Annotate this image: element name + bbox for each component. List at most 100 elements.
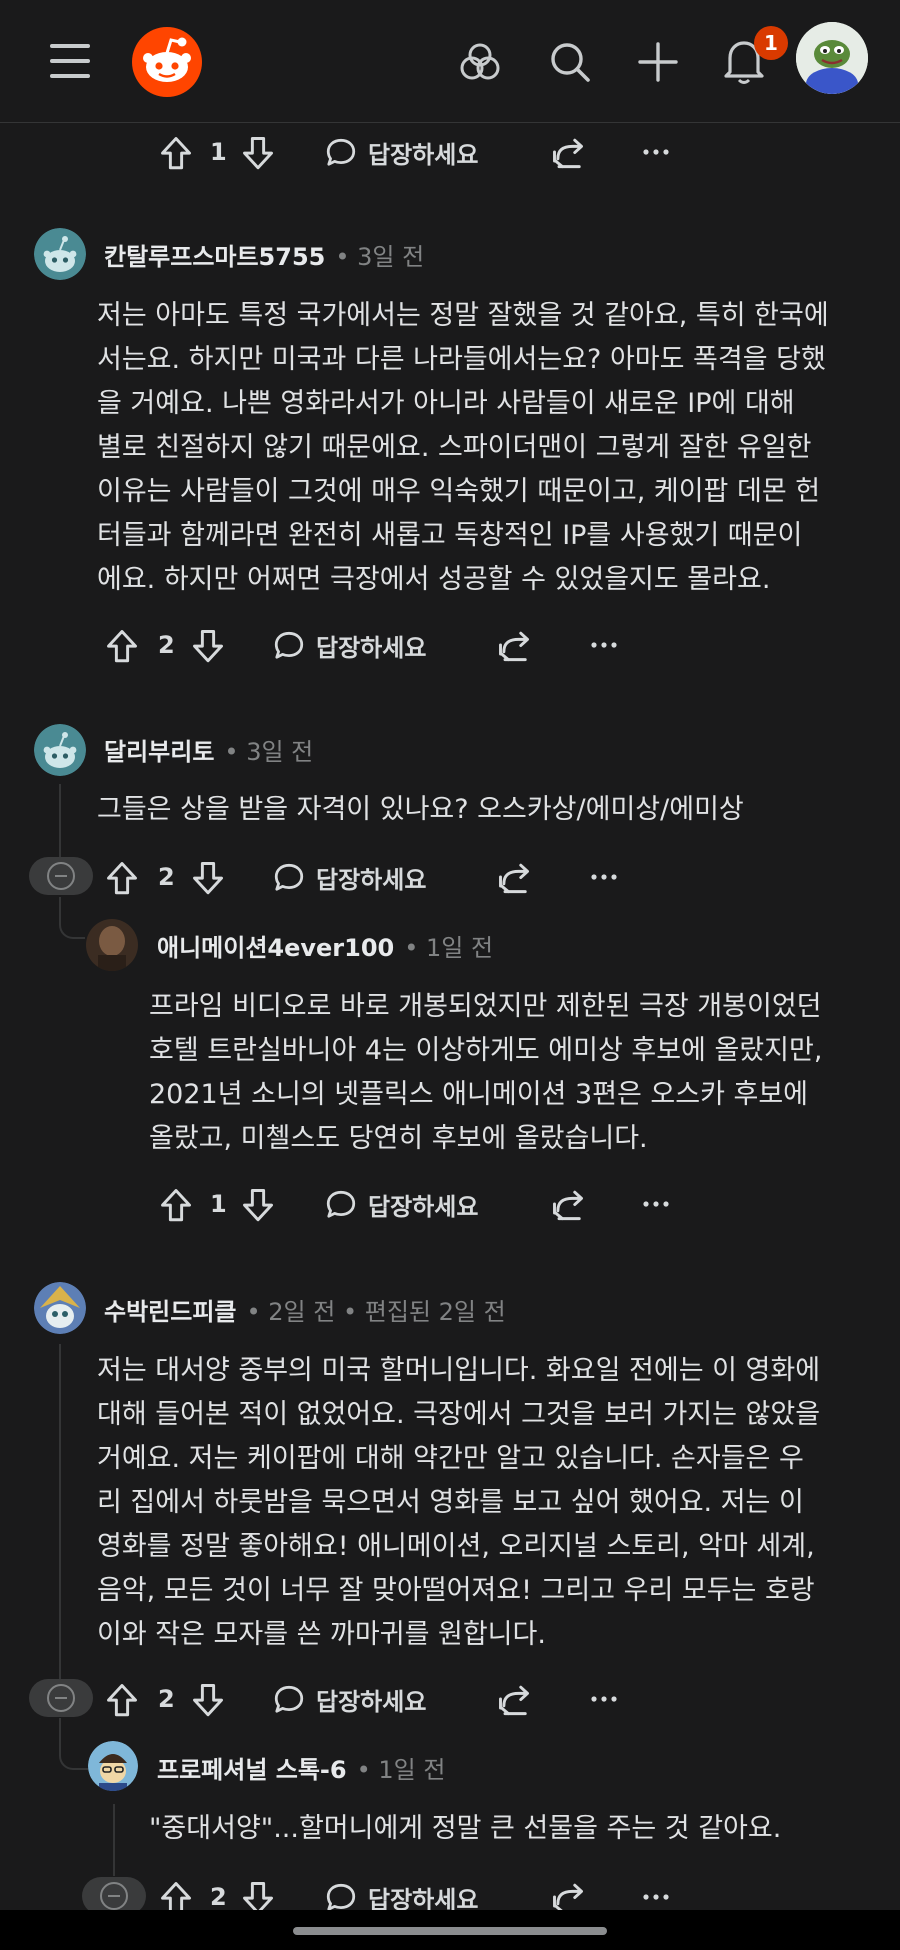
author-name[interactable]: 프로페셔널 스톡-6 [157, 1750, 347, 1785]
communities-icon[interactable] [458, 40, 502, 84]
thread-connector [59, 897, 85, 939]
share-icon[interactable] [550, 132, 586, 172]
collapse-icon [100, 1882, 128, 1910]
thread-connector [59, 1718, 91, 1770]
downvote-icon[interactable] [240, 1184, 276, 1224]
comment-meta: • 2일 전 • 편집된 2일 전 [246, 1297, 506, 1326]
avatar[interactable] [34, 724, 86, 776]
home-indicator[interactable] [293, 1927, 607, 1935]
avatar[interactable] [34, 1282, 86, 1334]
downvote-icon[interactable] [190, 857, 226, 897]
reply-label: 답장하세요 [316, 1687, 427, 1716]
comment-line: 저는 아마도 특정 국가에서는 정말 잘했을 것 같아요, 특히 한국에 [97, 300, 829, 331]
comment-header: 애니메이션4ever100 • 1일 전 [157, 927, 493, 963]
reply-button[interactable]: 답장하세요 [324, 1184, 478, 1224]
reply-button[interactable]: 답장하세요 [324, 132, 478, 172]
reply-label: 답장하세요 [316, 633, 427, 662]
reply-button[interactable]: 답장하세요 [272, 1679, 426, 1719]
collapse-thread-button[interactable] [29, 857, 93, 895]
reply-label: 답장하세요 [316, 865, 427, 894]
comment-header: 수박린드피클 • 2일 전 • 편집된 2일 전 [104, 1291, 506, 1327]
plus-icon[interactable] [636, 40, 680, 84]
comment-line: 호텔 트란실바니아 4는 이상하게도 에미상 후보에 올랐지만, [149, 1035, 823, 1066]
author-name[interactable]: 달리부리토 [104, 732, 214, 767]
avatar[interactable] [88, 1741, 138, 1791]
top-app-bar: 1 [0, 0, 900, 123]
comment-bubble-icon [326, 1190, 356, 1218]
comment-bubble-icon [274, 1685, 304, 1713]
author-name[interactable]: 수박린드피클 [104, 1292, 236, 1327]
comment-body: 저는 아마도 특정 국가에서는 정말 잘했을 것 같아요, 특히 한국에 서는요… [97, 294, 877, 602]
vote-count: 1 [210, 1190, 227, 1218]
vote-count: 2 [158, 1685, 175, 1713]
upvote-icon[interactable] [158, 132, 194, 172]
comment-body: 그들은 상을 받을 자격이 있나요? 오스카상/에미상/에미상 [97, 788, 877, 832]
comment-line: 거예요. 저는 케이팝에 대해 약간만 알고 있습니다. 손자들은 우 [97, 1443, 804, 1474]
comment-line: 이유는 사람들이 그것에 매우 익숙했기 때문이고, 케이팝 데몬 헌 [97, 476, 821, 507]
more-options-icon[interactable] [588, 625, 620, 665]
avatar[interactable] [86, 919, 138, 971]
comment-header: 달리부리토 • 3일 전 [104, 731, 313, 767]
comment-line: 이와 작은 모자를 쓴 까마귀를 원합니다. [97, 1619, 546, 1650]
comment-actions: 1 답장하세요 [158, 132, 678, 172]
comment-line: 영화를 정말 좋아해요! 애니메이션, 오리지널 스토리, 악마 세계, [97, 1531, 815, 1562]
reply-button[interactable]: 답장하세요 [272, 857, 426, 897]
upvote-icon[interactable] [104, 857, 140, 897]
more-options-icon[interactable] [588, 1679, 620, 1719]
more-options-icon[interactable] [640, 132, 672, 172]
downvote-icon[interactable] [190, 1679, 226, 1719]
upvote-icon[interactable] [158, 1184, 194, 1224]
more-options-icon[interactable] [588, 857, 620, 897]
hamburger-icon[interactable] [50, 44, 90, 78]
avatar[interactable] [34, 228, 86, 280]
comment-line: 리 집에서 하룻밤을 묵으면서 영화를 보고 싶어 했어요. 저는 이 [97, 1487, 804, 1518]
comment-bubble-icon [274, 863, 304, 891]
comment-body: 저는 대서양 중부의 미국 할머니입니다. 화요일 전에는 이 영화에 대해 들… [97, 1349, 877, 1657]
comment-line: 별로 친절하지 않기 때문에요. 스파이더맨이 그렇게 잘한 유일한 [97, 432, 812, 463]
author-name[interactable]: 칸탈루프스마트5755 [104, 237, 325, 272]
collapse-icon [47, 862, 75, 890]
collapse-icon [47, 1684, 75, 1712]
comment-actions: 2 답장하세요 [104, 857, 624, 897]
comment-line: 올랐고, 미첼스도 당연히 후보에 올랐습니다. [149, 1123, 648, 1154]
comment-actions: 2 답장하세요 [104, 1679, 624, 1719]
reply-button[interactable]: 답장하세요 [272, 625, 426, 665]
thread-line[interactable] [59, 784, 61, 858]
thread-line[interactable] [113, 1804, 115, 1876]
user-avatar[interactable] [796, 22, 868, 94]
comment-actions: 2 답장하세요 [104, 625, 624, 665]
thread-line[interactable] [59, 1344, 61, 1696]
vote-count: 2 [158, 863, 175, 891]
reddit-logo[interactable] [132, 27, 202, 97]
downvote-icon[interactable] [190, 625, 226, 665]
share-icon[interactable] [550, 1184, 586, 1224]
author-name[interactable]: 애니메이션4ever100 [157, 928, 394, 963]
comment-meta: • 3일 전 [335, 242, 425, 271]
share-icon[interactable] [496, 625, 532, 665]
downvote-icon[interactable] [240, 132, 276, 172]
comment-line: 터들과 함께라면 완전히 새롭고 독창적인 IP를 사용했기 때문이 [97, 520, 803, 551]
comment-line: 을 거예요. 나쁜 영화라서가 아니라 사람들이 새로운 IP에 대해 [97, 388, 795, 419]
more-options-icon[interactable] [640, 1184, 672, 1224]
upvote-icon[interactable] [104, 625, 140, 665]
upvote-icon[interactable] [104, 1679, 140, 1719]
collapse-thread-button[interactable] [29, 1679, 93, 1717]
comment-meta: • 3일 전 [224, 737, 314, 766]
comment-bubble-icon [326, 138, 356, 166]
comment-line: 2021년 소니의 넷플릭스 애니메이션 3편은 오스카 후보에 [149, 1079, 809, 1110]
comment-line: 저는 대서양 중부의 미국 할머니입니다. 화요일 전에는 이 영화에 [97, 1355, 821, 1386]
comment-bubble-icon [274, 631, 304, 659]
comment-header: 칸탈루프스마트5755 • 3일 전 [104, 236, 424, 272]
comment-meta: • 1일 전 [404, 933, 494, 962]
comment-line: 음악, 모든 것이 너무 잘 맞아떨어져요! 그리고 우리 모두는 호랑 [97, 1575, 815, 1606]
comment-line: "중대서양"...할머니에게 정말 큰 선물을 주는 것 같아요. [149, 1813, 782, 1844]
share-icon[interactable] [496, 1679, 532, 1719]
comment-actions: 1 답장하세요 [158, 1184, 678, 1224]
reply-label: 답장하세요 [368, 1192, 479, 1221]
vote-count: 2 [158, 631, 175, 659]
search-icon[interactable] [548, 40, 592, 84]
notification-count-badge: 1 [754, 26, 788, 60]
share-icon[interactable] [496, 857, 532, 897]
comment-header: 프로페셔널 스톡-6 • 1일 전 [157, 1749, 445, 1785]
comment-bubble-icon [326, 1883, 356, 1911]
